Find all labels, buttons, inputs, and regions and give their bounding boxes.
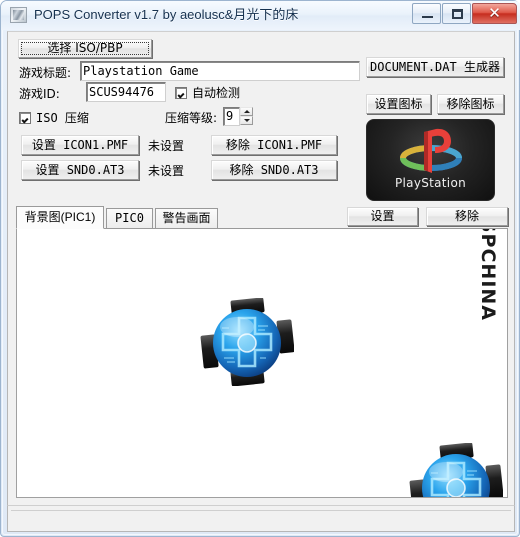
remove-icon1-button[interactable]: 移除 ICON1.PMF	[211, 135, 337, 155]
tab-label: 警告画面	[162, 211, 211, 225]
auto-detect-checkbox[interactable]: 自动检测	[175, 85, 240, 101]
game-title-label: 游戏标题:	[19, 66, 72, 80]
set-icon1-label: 设置 ICON1.PMF	[31, 138, 129, 152]
dpad-icon	[409, 443, 503, 497]
pspchina-watermark: PSPCHINA	[477, 228, 499, 321]
dpad-graphic-upper	[200, 298, 294, 386]
game-id-label: 游戏ID:	[19, 87, 60, 101]
playstation-wordmark: PlayStation	[395, 176, 466, 190]
remove-snd0-label: 移除 SND0.AT3	[229, 163, 319, 177]
tab-label: 背景图(PIC1)	[24, 210, 96, 224]
document-dat-generator-label: DOCUMENT.DAT 生成器	[370, 60, 500, 74]
snd0-status-label: 未设置	[148, 164, 185, 178]
minimize-icon	[422, 16, 433, 18]
title-bar[interactable]: POPS Converter v1.7 by aeolusc&月光下的床 ✕	[1, 1, 520, 30]
checkbox-check-icon	[19, 112, 31, 124]
spinner-down-icon[interactable]	[240, 116, 253, 125]
focus-rectangle	[21, 42, 149, 55]
window-title: POPS Converter v1.7 by aeolusc&月光下的床	[34, 7, 299, 22]
remove-icon-label: 移除图标	[446, 97, 495, 111]
close-icon: ✕	[488, 5, 501, 22]
maximize-icon	[452, 9, 463, 19]
background-image-preview[interactable]: PSPCHINA	[16, 228, 508, 498]
set-icon-button[interactable]: 设置图标	[366, 94, 431, 114]
tab-set-button[interactable]: 设置	[347, 207, 418, 226]
remove-icon-button[interactable]: 移除图标	[437, 94, 504, 114]
set-snd0-button[interactable]: 设置 SND0.AT3	[21, 160, 139, 180]
tab-label: PIC0	[115, 211, 144, 225]
playstation-logo-icon	[400, 128, 462, 173]
status-bar	[7, 505, 515, 532]
icon-preview: PlayStation	[366, 119, 495, 201]
icon1-status-label: 未设置	[148, 139, 185, 153]
minimize-button[interactable]	[412, 3, 441, 24]
app-icon	[10, 7, 27, 23]
iso-compress-label: ISO 压缩	[36, 111, 89, 125]
set-icon1-button[interactable]: 设置 ICON1.PMF	[21, 135, 139, 155]
compress-level-input[interactable]: 9	[223, 107, 240, 126]
spinner-up-icon[interactable]	[240, 107, 253, 116]
tab-strip: 背景图(PIC1) PIC0 警告画面 设置 移除	[16, 206, 508, 229]
dpad-graphic-lower	[409, 443, 503, 497]
caption-button-group: ✕	[411, 3, 517, 25]
set-snd0-label: 设置 SND0.AT3	[35, 163, 125, 177]
maximize-button[interactable]	[442, 3, 471, 24]
remove-icon1-label: 移除 ICON1.PMF	[225, 138, 323, 152]
game-title-input[interactable]: Playstation Game	[80, 61, 360, 81]
tab-pic0[interactable]: PIC0	[106, 208, 153, 228]
iso-compress-checkbox[interactable]: ISO 压缩	[19, 110, 89, 126]
close-button[interactable]: ✕	[472, 3, 517, 24]
document-dat-generator-button[interactable]: DOCUMENT.DAT 生成器	[366, 57, 504, 77]
remove-snd0-button[interactable]: 移除 SND0.AT3	[211, 160, 337, 180]
game-id-input[interactable]: SCUS94476	[86, 82, 166, 102]
dpad-icon	[200, 298, 294, 386]
status-bar-segment	[11, 510, 511, 530]
tab-warning-screen[interactable]: 警告画面	[155, 208, 218, 228]
app-window: POPS Converter v1.7 by aeolusc&月光下的床 ✕ 选…	[0, 0, 520, 537]
compress-level-spinner[interactable]	[240, 107, 253, 126]
compress-level-label: 压缩等级:	[165, 111, 218, 125]
tab-remove-label: 移除	[454, 209, 479, 223]
set-icon-label: 设置图标	[374, 97, 423, 111]
tab-background-pic1[interactable]: 背景图(PIC1)	[16, 206, 104, 229]
select-iso-pbp-button[interactable]: 选择 ISO/PBP	[18, 39, 152, 58]
auto-detect-label: 自动检测	[192, 86, 241, 100]
tab-remove-button[interactable]: 移除	[426, 207, 508, 226]
tab-set-label: 设置	[370, 209, 395, 223]
client-area: 选择 ISO/PBP 游戏标题: Playstation Game 游戏ID: …	[7, 31, 515, 519]
checkbox-check-icon	[175, 87, 187, 99]
